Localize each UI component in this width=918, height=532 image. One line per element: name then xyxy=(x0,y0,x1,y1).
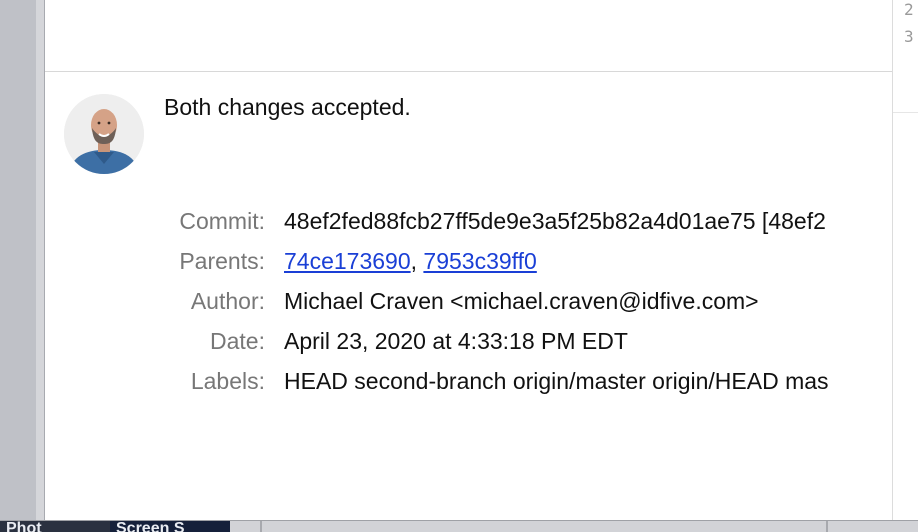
dock-divider xyxy=(826,521,828,532)
line-number: 2 xyxy=(904,0,914,19)
date-row: Date: April 23, 2020 at 4:33:18 PM EDT xyxy=(45,328,892,368)
commit-row: Commit: 48ef2fed88fcb27ff5de9e3a5f25b82a… xyxy=(45,208,892,248)
left-sidebar-inner-edge xyxy=(36,0,44,520)
dock-thumbnail-screenshot[interactable]: Screen S xyxy=(110,521,230,532)
gutter-divider xyxy=(893,112,918,113)
labels-value: HEAD second-branch origin/master origin/… xyxy=(284,368,829,394)
parents-row: Parents: 74ce173690, 7953c39ff0 xyxy=(45,248,892,288)
parent-link-1[interactable]: 74ce173690 xyxy=(284,248,411,274)
commit-hash: 48ef2fed88fcb27ff5de9e3a5f25b82a4d01ae75… xyxy=(284,208,826,234)
parents-separator: , xyxy=(410,248,424,274)
dock-thumbnail-photos[interactable]: Phot xyxy=(0,521,110,532)
parents-label: Parents: xyxy=(179,248,265,274)
labels-row: Labels: HEAD second-branch origin/master… xyxy=(45,368,892,408)
parents-value: 74ce173690, 7953c39ff0 xyxy=(284,248,537,275)
labels-label: Labels: xyxy=(190,368,265,394)
commit-detail-pane: Both changes accepted. Commit: 48ef2fed8… xyxy=(45,72,892,520)
date-value: April 23, 2020 at 4:33:18 PM EDT xyxy=(284,328,628,354)
author-row: Author: Michael Craven <michael.craven@i… xyxy=(45,288,892,328)
author-avatar-image xyxy=(64,94,144,174)
commit-label: Commit: xyxy=(179,208,265,234)
author-value: Michael Craven <michael.craven@idfive.co… xyxy=(284,288,759,314)
parent-link-2[interactable]: 7953c39ff0 xyxy=(423,248,536,274)
line-number: 3 xyxy=(904,27,914,46)
diff-gutter: 2 3 xyxy=(892,0,918,520)
commit-metadata: Commit: 48ef2fed88fcb27ff5de9e3a5f25b82a… xyxy=(45,208,892,408)
commit-message: Both changes accepted. xyxy=(164,94,411,120)
left-sidebar-edge xyxy=(0,0,45,520)
author-label: Author: xyxy=(190,288,265,314)
commit-list-pane[interactable] xyxy=(45,0,892,72)
dock-strip: Phot Screen S xyxy=(0,520,918,532)
author-avatar xyxy=(64,94,144,174)
app-window: Both changes accepted. Commit: 48ef2fed8… xyxy=(0,0,918,532)
dock-divider xyxy=(260,521,262,532)
date-label: Date: xyxy=(210,328,265,354)
